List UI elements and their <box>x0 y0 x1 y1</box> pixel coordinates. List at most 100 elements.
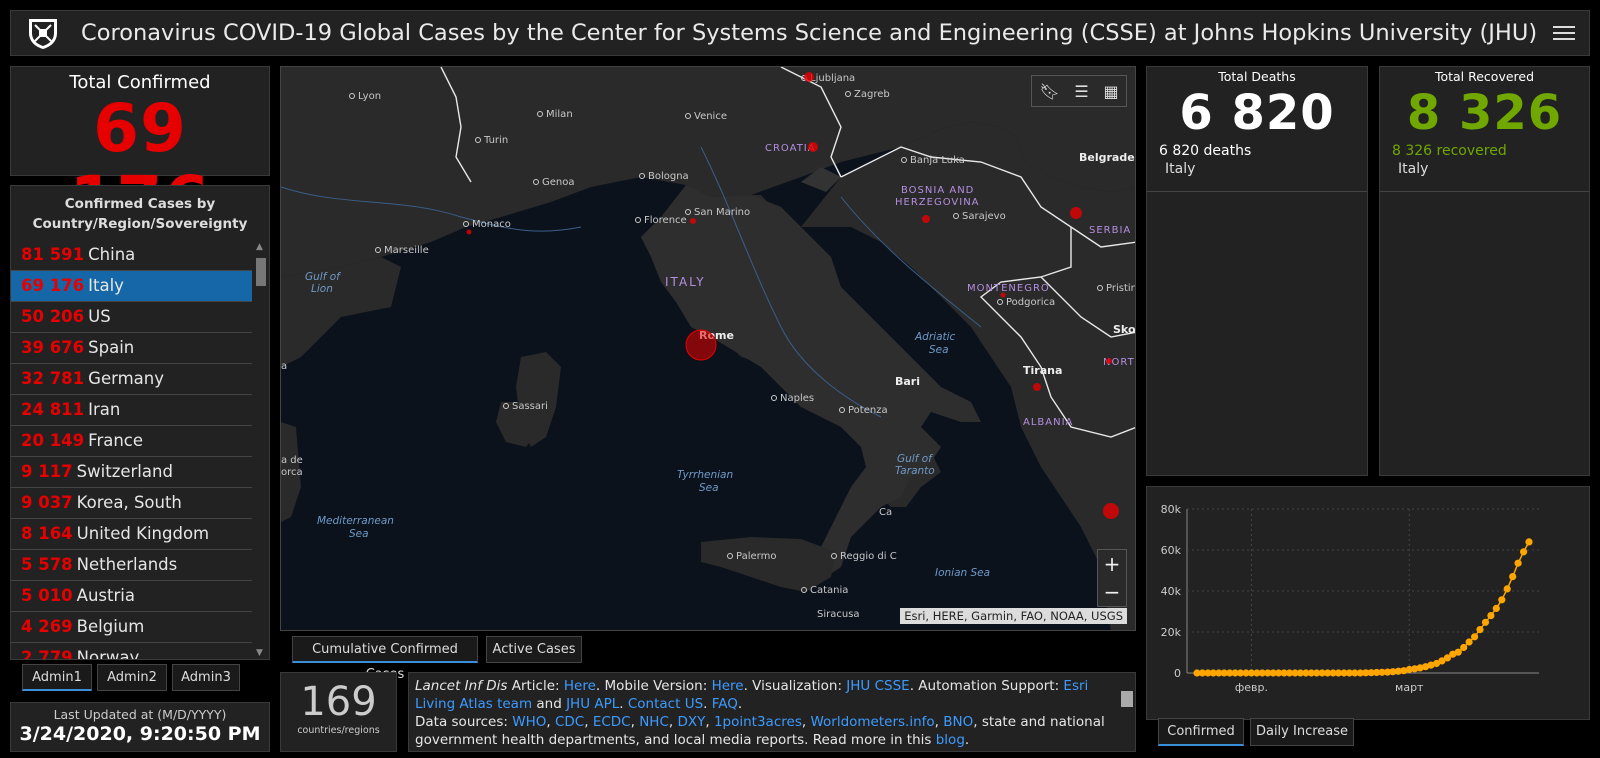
scroll-down-icon[interactable]: ▼ <box>256 648 263 658</box>
scroll-thumb[interactable] <box>256 258 266 286</box>
data-point <box>1492 604 1500 612</box>
mobile-version-link[interactable]: Here <box>712 678 744 694</box>
tab-admin3[interactable]: Admin3 <box>172 664 240 691</box>
map-label-sassari: Sassari <box>503 401 548 412</box>
info-panel: Lancet Inf Dis Article: Here. Mobile Ver… <box>408 672 1136 752</box>
contact-link[interactable]: Contact US <box>628 696 703 712</box>
map-label-palermo: Palermo <box>727 551 776 562</box>
1point3acres-link[interactable]: 1point3acres <box>714 714 802 730</box>
who-link[interactable]: WHO <box>512 714 546 730</box>
zoom-in-button[interactable]: + <box>1098 550 1126 578</box>
qr-grid-icon[interactable]: ▦ <box>1103 82 1118 101</box>
dxy-link[interactable]: DXY <box>677 714 705 730</box>
country-count: 9 117 <box>21 462 73 481</box>
info-text: Article: <box>507 678 564 694</box>
map-label-tyrrhenian-1: Tyrrhenian <box>677 469 734 481</box>
map-view[interactable]: Ljubljana Zagreb Lyon Milan Venice Turin… <box>280 66 1136 631</box>
article-link[interactable]: Here <box>564 678 596 694</box>
country-row[interactable]: 9 037 Korea, South <box>11 488 252 519</box>
country-row[interactable]: 9 117 Switzerland <box>11 457 252 488</box>
country-name: Korea, South <box>76 493 182 512</box>
info-text: Data sources: <box>415 714 513 730</box>
country-name: United Kingdom <box>76 524 210 543</box>
map-label-tyrrhenian-2: Sea <box>699 482 719 494</box>
jhu-apl-link[interactable]: JHU APL <box>566 696 619 712</box>
page-title: Coronavirus COVID-19 Global Cases by the… <box>81 20 1538 46</box>
country-count: 69 176 <box>21 276 85 295</box>
bno-link[interactable]: BNO <box>943 714 973 730</box>
tab-confirmed-chart[interactable]: Confirmed <box>1158 718 1244 746</box>
country-row[interactable]: 24 811 Iran <box>11 395 252 426</box>
country-count: 9 037 <box>21 493 73 512</box>
list-icon[interactable]: ☰ <box>1074 82 1088 101</box>
faq-link[interactable]: FAQ <box>712 696 738 712</box>
ecdc-link[interactable]: ECDC <box>593 714 631 730</box>
country-row[interactable]: 50 206 US <box>11 302 252 333</box>
blog-link[interactable]: blog <box>936 732 965 748</box>
last-updated-value: 3/24/2020, 9:20:50 PM <box>19 723 261 745</box>
map-label-corsica-2: orca <box>281 467 303 478</box>
cdc-link[interactable]: CDC <box>555 714 584 730</box>
map-label-venice: Venice <box>685 111 727 122</box>
country-name: Germany <box>88 369 164 388</box>
y-tick-label: 40k <box>1161 585 1182 598</box>
map-label-gulf-of-lion-2: Lion <box>311 283 333 295</box>
map-label-montenegro: MONTENEGRO <box>967 283 1050 294</box>
hamburger-menu-icon[interactable] <box>1553 22 1575 44</box>
map-label-milan: Milan <box>537 109 573 120</box>
country-row[interactable]: 2 779 Norway <box>11 643 252 660</box>
x-tick-label: март <box>1395 681 1424 694</box>
country-row[interactable]: 4 269 Belgium <box>11 612 252 643</box>
info-scrollbar[interactable] <box>1119 675 1133 749</box>
data-point <box>1476 626 1484 634</box>
data-point <box>1525 538 1533 546</box>
map-label-potenza: Potenza <box>839 405 888 416</box>
country-list-scrollbar[interactable]: ▲ ▼ <box>254 242 266 658</box>
info-text: . Visualization: <box>743 678 847 694</box>
country-row[interactable]: 39 676 Spain <box>11 333 252 364</box>
country-row[interactable]: 81 591 China <box>11 240 252 271</box>
country-row[interactable]: 8 164 United Kingdom <box>11 519 252 550</box>
zoom-out-button[interactable]: − <box>1098 578 1126 606</box>
data-point <box>1465 638 1473 646</box>
map-label-marseille: Marseille <box>375 245 429 256</box>
nhc-link[interactable]: NHC <box>639 714 669 730</box>
info-text: . Mobile Version: <box>595 678 712 694</box>
tab-cumulative-confirmed[interactable]: Cumulative Confirmed Cases <box>292 636 478 682</box>
country-row[interactable]: 69 176 Italy <box>11 271 252 302</box>
info-text: and <box>532 696 567 712</box>
scroll-up-icon[interactable]: ▲ <box>256 242 263 252</box>
map-label-pristina: Pristina <box>1097 283 1135 294</box>
info-scroll-thumb[interactable] <box>1121 691 1133 707</box>
country-count: 20 149 <box>21 431 85 450</box>
last-updated-panel: Last Updated at (M/D/YYYY) 3/24/2020, 9:… <box>10 702 270 752</box>
jhu-csse-link[interactable]: JHU CSSE <box>846 678 909 694</box>
y-tick-label: 60k <box>1161 544 1182 557</box>
deaths-detail-row[interactable]: 6 820 deaths Italy <box>1147 142 1367 192</box>
country-count: 81 591 <box>21 245 85 264</box>
country-row[interactable]: 5 010 Austria <box>11 581 252 612</box>
total-recovered-value: 8 326 <box>1406 85 1563 141</box>
recovered-detail-row[interactable]: 8 326 recovered Italy <box>1380 142 1589 192</box>
map-label-corsica-1: a de <box>281 455 303 466</box>
map-label-turin: Turin <box>475 135 508 146</box>
tab-daily-increase-chart[interactable]: Daily Increase <box>1250 718 1354 746</box>
data-point <box>1509 573 1517 581</box>
country-row[interactable]: 5 578 Netherlands <box>11 550 252 581</box>
tab-active-cases[interactable]: Active Cases <box>486 636 582 663</box>
bookmark-icon[interactable]: 🔖︎ <box>1039 82 1059 101</box>
y-tick-label: 20k <box>1161 626 1182 639</box>
total-recovered-panel: Total Recovered 8 326 8 326 recovered It… <box>1379 66 1590 476</box>
map-label-ca: Ca <box>879 507 893 518</box>
country-name: Norway <box>76 648 140 660</box>
map-label-rome: Rome <box>699 329 734 342</box>
country-row[interactable]: 20 149 France <box>11 426 252 457</box>
country-row[interactable]: 32 781 Germany <box>11 364 252 395</box>
confirmed-chart: 0 20k 40k 60k 80k февр. март <box>1161 503 1539 694</box>
worldometers-link[interactable]: Worldometers.info <box>810 714 934 730</box>
tab-admin1[interactable]: Admin1 <box>22 664 92 691</box>
map-label-reggio: Reggio di C <box>831 551 897 562</box>
tab-admin2[interactable]: Admin2 <box>97 664 167 691</box>
country-name: Austria <box>76 586 135 605</box>
country-list-panel: Confirmed Cases by Country/Region/Sovere… <box>10 185 270 660</box>
